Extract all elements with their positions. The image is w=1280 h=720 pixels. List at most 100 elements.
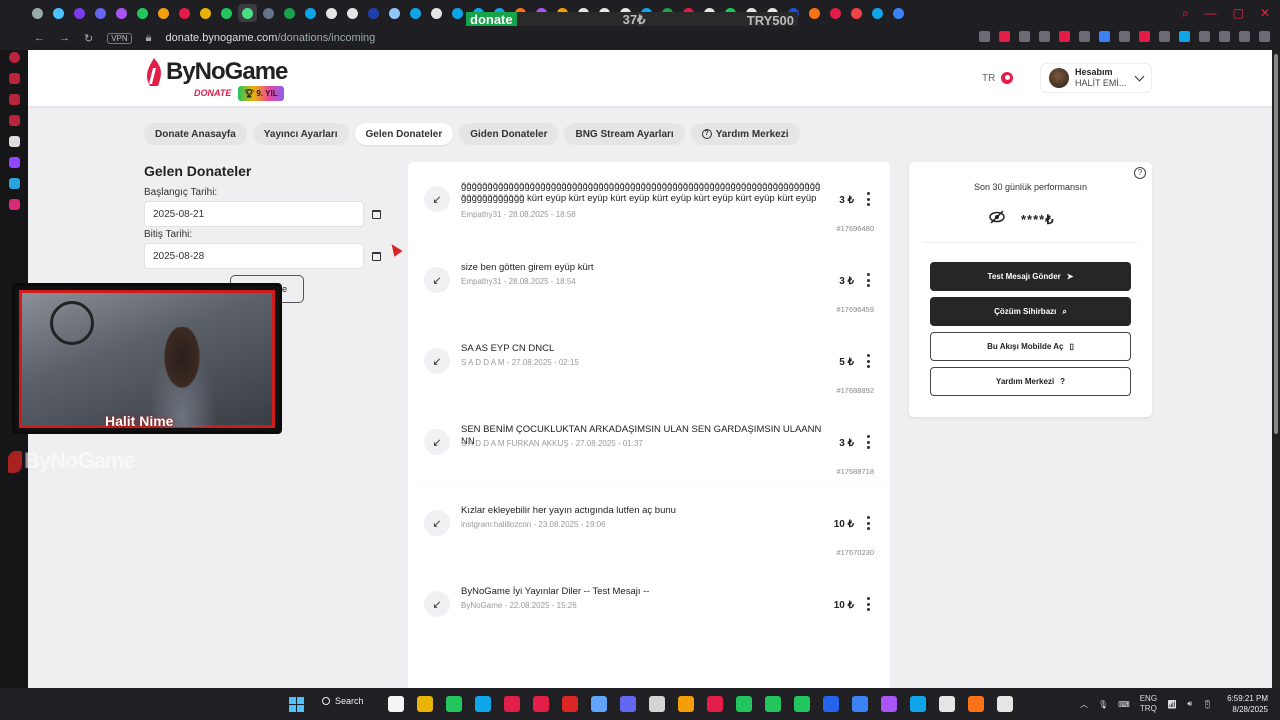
incoming-arrow-icon[interactable]: ↙ xyxy=(424,510,450,536)
extension-icon[interactable] xyxy=(1159,31,1170,42)
incoming-arrow-icon[interactable]: ↙ xyxy=(424,186,450,212)
forward-icon[interactable]: → xyxy=(59,32,70,44)
browser-tab[interactable] xyxy=(238,4,257,22)
browser-tab[interactable] xyxy=(28,4,47,22)
donation-card[interactable]: ↙ SA AS EYP CN DNCL S A D D A M - 27.08.20… xyxy=(408,324,890,413)
browser-tab[interactable] xyxy=(385,4,404,22)
taskbar-app-icon[interactable] xyxy=(823,696,839,712)
browser-tab[interactable] xyxy=(280,4,299,22)
browser-tab[interactable] xyxy=(448,4,467,22)
more-options-icon[interactable] xyxy=(866,354,870,368)
language-switcher[interactable]: TR xyxy=(982,72,1014,84)
browser-tab[interactable] xyxy=(364,4,383,22)
nav-tab-yard-m-merkezi[interactable]: ? Yardım Merkezi xyxy=(690,123,800,145)
taskbar-app-icon[interactable] xyxy=(852,696,868,712)
more-options-icon[interactable] xyxy=(866,516,870,530)
extension-icon[interactable] xyxy=(1099,31,1110,42)
taskbar-app-icon[interactable] xyxy=(707,696,723,712)
sidebar-app-icon[interactable] xyxy=(8,115,20,126)
donation-card[interactable]: ↙ size ben götten girem eyüp kürt Empathy3… xyxy=(408,243,890,332)
browser-tab[interactable] xyxy=(49,4,68,22)
browser-tab[interactable] xyxy=(301,4,320,22)
browser-tab[interactable] xyxy=(217,4,236,22)
taskbar-app-icon[interactable] xyxy=(678,696,694,712)
panel-button-test-mesaj-g-nder[interactable]: Test Mesajı Gönder ➤ xyxy=(930,262,1131,291)
twitch-icon[interactable] xyxy=(8,157,20,168)
taskbar-app-icon[interactable] xyxy=(939,696,955,712)
taskbar-app-icon[interactable] xyxy=(649,696,665,712)
sidebar-app-icon[interactable] xyxy=(8,94,20,105)
browser-tab[interactable] xyxy=(847,4,866,22)
incoming-arrow-icon[interactable]: ↙ xyxy=(424,591,450,617)
taskbar-app-icon[interactable] xyxy=(736,696,752,712)
volume-icon[interactable]: 🔊︎ xyxy=(1187,699,1192,709)
taskbar-app-icon[interactable] xyxy=(765,696,781,712)
extension-icon[interactable] xyxy=(1139,31,1150,42)
nav-tab-gelen-donateler[interactable]: Gelen Donateler xyxy=(354,123,454,145)
browser-tab[interactable] xyxy=(112,4,131,22)
sidebar-ai-icon[interactable] xyxy=(8,136,20,147)
taskbar-app-icon[interactable] xyxy=(997,696,1013,712)
eye-off-icon[interactable] xyxy=(989,210,1005,224)
panel-button-bu-ak-mobilde-a-[interactable]: Bu Akışı Mobilde Aç ▯ xyxy=(930,332,1131,361)
battery-icon[interactable]: 🔋︎ xyxy=(1202,700,1212,709)
menu-icon[interactable] xyxy=(1259,31,1270,42)
telegram-icon[interactable] xyxy=(8,178,20,189)
account-menu[interactable]: Hesabım HALİT EMİ... xyxy=(1040,63,1152,93)
donation-card[interactable]: ↙ ByNoGame İyi Yayınlar Diler -- Test Mes… xyxy=(408,567,890,656)
close-icon[interactable]: ✕ xyxy=(1260,6,1270,21)
browser-tab[interactable] xyxy=(889,4,908,22)
help-icon[interactable]: ? xyxy=(1134,167,1146,179)
taskbar-search[interactable]: Search xyxy=(322,696,364,706)
more-options-icon[interactable] xyxy=(866,192,870,206)
browser-tab[interactable] xyxy=(805,4,824,22)
microphone-icon[interactable]: 🎙︎ xyxy=(1098,700,1108,709)
extension-icon[interactable] xyxy=(1079,31,1090,42)
scrollbar-thumb[interactable] xyxy=(1274,54,1278,434)
browser-tab[interactable] xyxy=(154,4,173,22)
url-field[interactable]: donate.bynogame.com/donations/incoming xyxy=(166,32,376,44)
page-scrollbar[interactable] xyxy=(1272,50,1280,688)
end-date-calendar-button[interactable] xyxy=(364,243,388,269)
taskbar-app-icon[interactable] xyxy=(881,696,897,712)
more-options-icon[interactable] xyxy=(866,435,870,449)
minimize-icon[interactable]: — xyxy=(1205,6,1217,21)
extension-icon[interactable] xyxy=(1119,31,1130,42)
incoming-arrow-icon[interactable]: ↙ xyxy=(424,429,450,455)
browser-tab[interactable] xyxy=(322,4,341,22)
taskbar-app-icon[interactable] xyxy=(794,696,810,712)
taskbar-app-icon[interactable] xyxy=(475,696,491,712)
nav-tab-donate-anasayfa[interactable]: Donate Anasayfa xyxy=(144,123,247,145)
opera-logo-icon[interactable] xyxy=(8,52,20,63)
browser-tab[interactable] xyxy=(259,4,278,22)
nav-tab-yay-nc-ayarlar-[interactable]: Yayıncı Ayarları xyxy=(252,123,349,145)
donation-card-partial[interactable] xyxy=(408,648,890,688)
taskbar-app-icon[interactable] xyxy=(533,696,549,712)
taskbar-app-icon[interactable] xyxy=(620,696,636,712)
more-options-icon[interactable] xyxy=(866,597,870,611)
bynogame-logo[interactable]: ByNoGame DONATE 🏆︎ 9. YIL xyxy=(144,56,294,102)
vpn-badge[interactable]: VPN xyxy=(107,32,132,44)
nav-tab-bng-stream-ayarlar-[interactable]: BNG Stream Ayarları xyxy=(564,123,685,145)
taskbar-app-icon[interactable] xyxy=(388,696,404,712)
taskbar-app-icon[interactable] xyxy=(910,696,926,712)
browser-tab[interactable] xyxy=(427,4,446,22)
wifi-icon[interactable]: 📶︎ xyxy=(1167,700,1177,709)
sidebar-app-icon[interactable] xyxy=(8,73,20,84)
extension-icon[interactable] xyxy=(1179,31,1190,42)
donation-card[interactable]: ↙ SEN BENİM ÇOCUKLUKTAN ARKADAŞIMSIN ULAN… xyxy=(408,405,890,494)
input-language[interactable]: ENG TRQ xyxy=(1140,694,1157,714)
browser-tab[interactable] xyxy=(70,4,89,22)
taskbar-app-icon[interactable] xyxy=(591,696,607,712)
end-date-input[interactable]: 2025-08-28 xyxy=(144,243,364,269)
puzzle-icon[interactable] xyxy=(1199,31,1210,42)
maximize-icon[interactable]: ▢ xyxy=(1233,6,1244,21)
incoming-arrow-icon[interactable]: ↙ xyxy=(424,267,450,293)
instagram-icon[interactable] xyxy=(8,199,20,210)
start-date-calendar-button[interactable] xyxy=(364,201,388,227)
taskbar-app-icon[interactable] xyxy=(562,696,578,712)
start-date-input[interactable]: 2025-08-21 xyxy=(144,201,364,227)
browser-tab[interactable] xyxy=(133,4,152,22)
browser-tab[interactable] xyxy=(826,4,845,22)
more-options-icon[interactable] xyxy=(866,273,870,287)
